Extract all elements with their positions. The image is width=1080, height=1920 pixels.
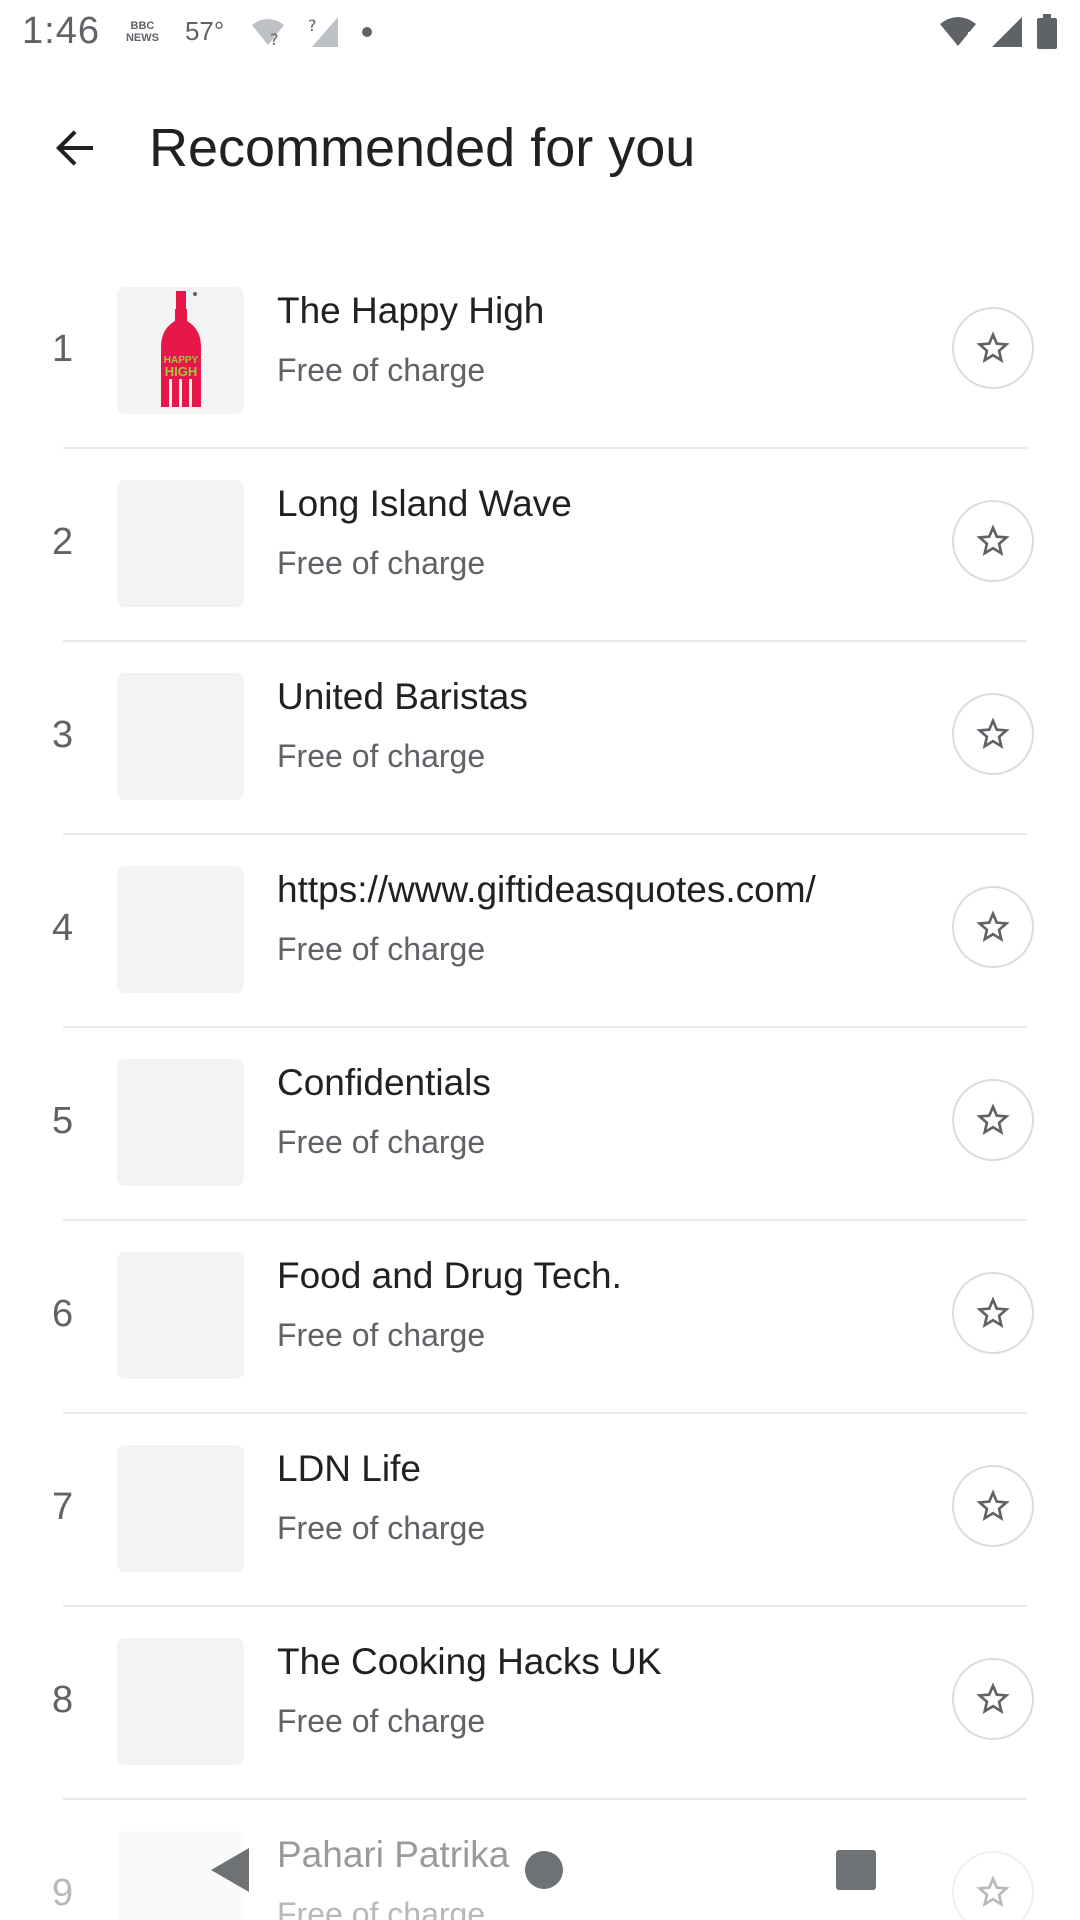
- item-price: Free of charge: [277, 1124, 486, 1160]
- item-name: The Cooking Hacks UK: [277, 1641, 662, 1682]
- item-price: Free of charge: [277, 545, 486, 581]
- star-outline-icon: [976, 1103, 1010, 1135]
- item-name: The Happy High: [277, 290, 545, 331]
- list-divider: [63, 1219, 1027, 1221]
- favorite-button[interactable]: [952, 307, 1034, 389]
- list-divider: [63, 1798, 1027, 1800]
- favorite-button[interactable]: [952, 886, 1034, 968]
- star-outline-icon: [976, 1489, 1010, 1521]
- status-left: 1:46 BBC NEWS 57° ? ?: [22, 10, 394, 53]
- wifi-alert-icon: [938, 16, 978, 48]
- recommendation-list: 1 HAPPY HIGH The Happy High Free of charge 2 L…: [0, 264, 1080, 1920]
- logo-text-line-2: HIGH: [165, 364, 198, 379]
- item-thumbnail: [117, 1059, 244, 1186]
- bbc-news-icon: BBC NEWS: [126, 20, 159, 44]
- arrow-back-icon: [56, 130, 93, 166]
- page-title: Recommended for you: [149, 118, 696, 178]
- favorite-button[interactable]: [952, 1658, 1034, 1740]
- list-divider: [63, 1605, 1027, 1607]
- notification-dot-icon: [362, 26, 373, 37]
- back-button[interactable]: [45, 118, 105, 178]
- item-rank: 7: [52, 1486, 74, 1528]
- item-name: Food and Drug Tech.: [277, 1255, 622, 1296]
- item-name: LDN Life: [277, 1448, 421, 1489]
- item-thumbnail: [117, 1445, 244, 1572]
- navigation-bar: [0, 1820, 1080, 1920]
- signal-question-icon: ?: [308, 15, 340, 49]
- news-line-1: BBC: [130, 19, 155, 32]
- item-price: Free of charge: [277, 1510, 486, 1546]
- item-rank: 5: [52, 1100, 74, 1142]
- item-rank: 8: [52, 1679, 74, 1721]
- star-outline-icon: [976, 524, 1010, 556]
- list-divider: [63, 833, 1027, 835]
- favorite-button[interactable]: [952, 1465, 1034, 1547]
- list-item[interactable]: 1 HAPPY HIGH The Happy High Free of charge: [0, 264, 1080, 457]
- circle-home-icon: [525, 1851, 563, 1889]
- list-divider: [63, 640, 1027, 642]
- star-outline-icon: [976, 331, 1010, 363]
- status-temperature: 57°: [184, 16, 225, 46]
- item-price: Free of charge: [277, 738, 486, 774]
- item-rank: 2: [52, 521, 74, 563]
- favorite-button[interactable]: [952, 1079, 1034, 1161]
- list-item[interactable]: 7 LDN Life Free of charge: [0, 1422, 1080, 1615]
- star-outline-icon: [976, 1296, 1010, 1328]
- wifi-question-icon: ?: [250, 17, 286, 47]
- list-item[interactable]: 8 The Cooking Hacks UK Free of charge: [0, 1615, 1080, 1808]
- list-item[interactable]: 4 https://www.giftideasquotes.com/Free of…: [0, 843, 1080, 1036]
- item-price: Free of charge: [277, 352, 486, 388]
- star-outline-icon: [976, 717, 1010, 749]
- star-outline-icon: [976, 1682, 1010, 1714]
- star-outline-icon: [976, 910, 1010, 942]
- favorite-button[interactable]: [952, 1272, 1034, 1354]
- item-name: Long Island Wave: [277, 483, 572, 524]
- nav-recents-button[interactable]: [826, 1842, 886, 1898]
- item-name: United Baristas: [277, 676, 528, 717]
- item-thumbnail: [117, 673, 244, 800]
- item-thumbnail: [117, 480, 244, 607]
- svg-text:?: ?: [308, 16, 317, 35]
- battery-icon: [1036, 13, 1058, 50]
- item-thumbnail: HAPPY HIGH: [117, 287, 244, 414]
- nav-back-button[interactable]: [200, 1842, 260, 1898]
- item-price: Free of charge: [277, 1703, 486, 1739]
- news-line-2: NEWS: [125, 31, 159, 44]
- item-rank: 1: [52, 328, 74, 370]
- happy-high-logo: HAPPYHIGH: [161, 291, 201, 407]
- status-time: 1:46: [22, 10, 100, 52]
- item-thumbnail: [117, 866, 244, 993]
- item-rank: 6: [52, 1293, 74, 1335]
- list-item[interactable]: 5 Confidentials Free of charge: [0, 1036, 1080, 1229]
- list-divider: [63, 1412, 1027, 1414]
- item-name: https://www.giftideasquotes.com/: [277, 869, 816, 910]
- app-header: Recommended for you: [0, 80, 1080, 216]
- triangle-back-icon: [211, 1848, 249, 1892]
- nav-home-button[interactable]: [514, 1842, 574, 1898]
- item-thumbnail: [117, 1252, 244, 1379]
- item-price: Free of charge: [277, 1317, 486, 1353]
- list-divider: [63, 447, 1027, 449]
- item-rank: 3: [52, 714, 74, 756]
- item-name: Confidentials: [277, 1062, 491, 1103]
- svg-text:?: ?: [270, 30, 279, 47]
- cell-signal-icon: [990, 15, 1024, 49]
- favorite-button[interactable]: [952, 500, 1034, 582]
- status-right: [926, 13, 1058, 50]
- square-recents-icon: [836, 1850, 876, 1890]
- favorite-button[interactable]: [952, 693, 1034, 775]
- status-bar: 1:46 BBC NEWS 57° ? ?: [0, 0, 1080, 63]
- list-item[interactable]: 6 Food and Drug Tech. Free of charge: [0, 1229, 1080, 1422]
- screen: 1:46 BBC NEWS 57° ? ? Recommended for yo…: [0, 0, 1080, 1920]
- item-rank: 4: [52, 907, 74, 949]
- item-thumbnail: [117, 1638, 244, 1765]
- list-item[interactable]: 2 Long Island Wave Free of charge: [0, 457, 1080, 650]
- list-divider: [63, 1026, 1027, 1028]
- list-item[interactable]: 3 United Baristas Free of charge: [0, 650, 1080, 843]
- item-price: Free of charge: [277, 931, 486, 967]
